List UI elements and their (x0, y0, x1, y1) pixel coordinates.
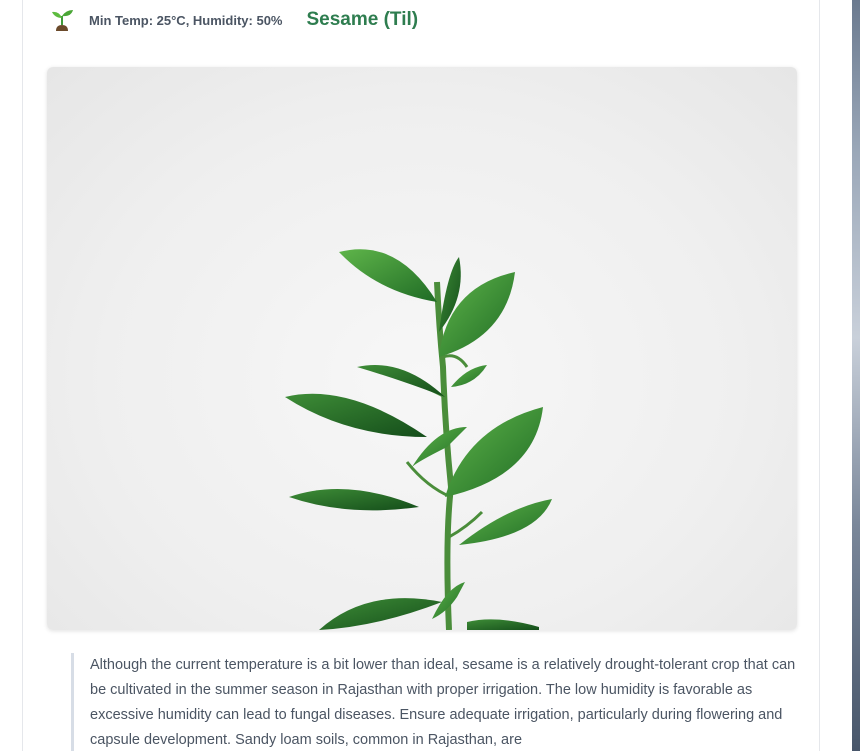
plant-photo (47, 67, 797, 630)
crop-title: Sesame (Til) (306, 9, 419, 30)
crop-description: Although the current temperature is a bi… (71, 653, 810, 751)
crop-header: Min Temp: 25°C, Humidity: 50% Sesame (Ti… (49, 8, 418, 32)
crop-conditions: Min Temp: 25°C, Humidity: 50% (89, 12, 283, 28)
background-strip (852, 0, 860, 751)
seedling-icon (49, 7, 75, 33)
page: Min Temp: 25°C, Humidity: 50% Sesame (Ti… (0, 0, 860, 751)
crop-card: Min Temp: 25°C, Humidity: 50% Sesame (Ti… (22, 0, 820, 751)
